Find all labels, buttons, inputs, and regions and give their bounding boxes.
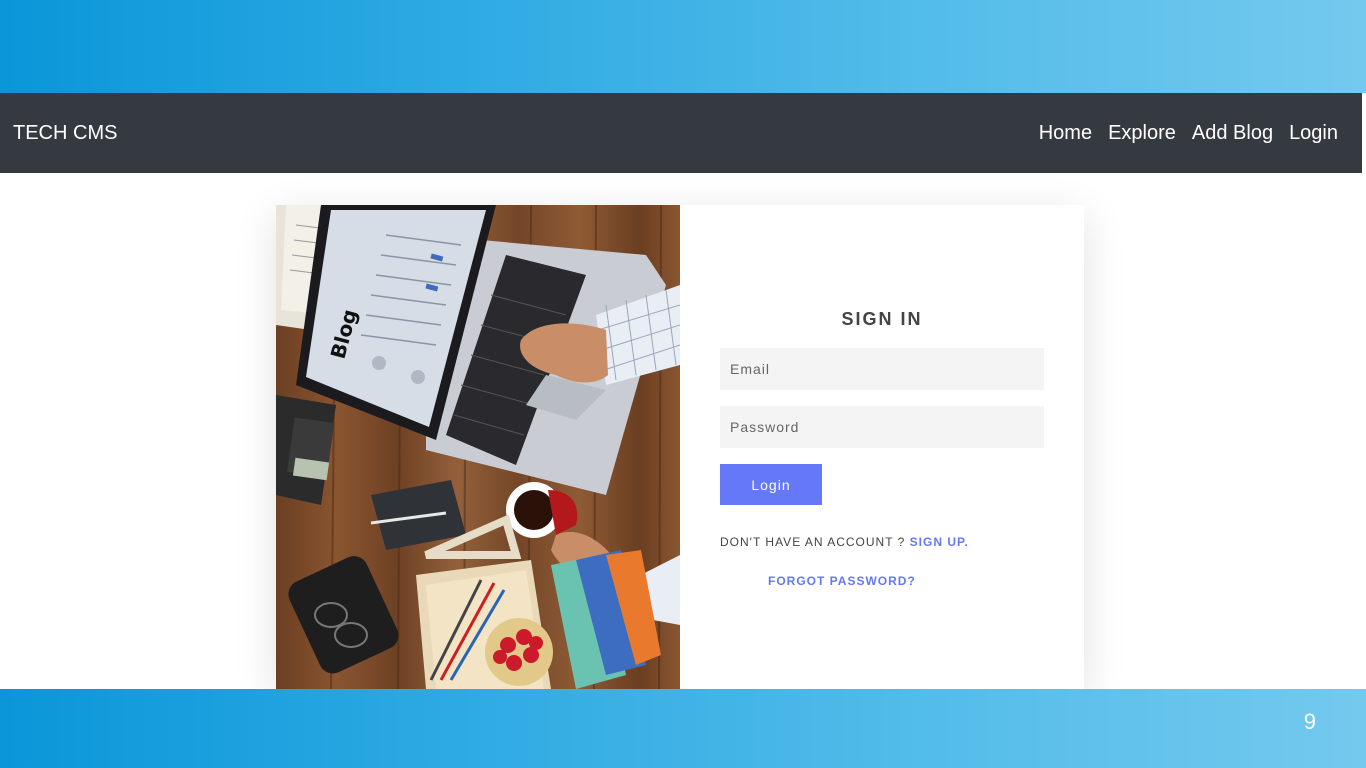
signup-prompt: DON'T HAVE AN ACCOUNT ? SIGN UP. [720,535,969,549]
slide-number: 9 [1303,709,1316,734]
right-edge [1362,93,1366,689]
email-field[interactable] [720,348,1044,390]
signup-prompt-text: DON'T HAVE AN ACCOUNT ? [720,535,906,549]
nav-add-blog[interactable]: Add Blog [1192,122,1273,145]
desk-illustration: Blog [276,205,680,689]
password-field[interactable] [720,406,1044,448]
login-button[interactable]: Login [720,464,822,505]
top-banner [0,0,1366,93]
navbar: TECH CMS Home Explore Add Blog Login [0,93,1362,173]
nav-home[interactable]: Home [1039,122,1092,145]
signin-title: SIGN IN [841,309,923,329]
nav-login[interactable]: Login [1289,122,1338,145]
bottom-banner: 9 [0,689,1366,768]
login-card: Blog SIGN IN Email Login DON'T HAVE AN A… [276,205,1084,689]
page-content: Blog SIGN IN Email Login DON'T HAVE AN A… [0,173,1362,689]
nav-links: Home Explore Add Blog Login [1023,122,1338,145]
brand-logo[interactable]: TECH CMS [13,122,117,145]
hero-image: Blog [276,205,680,689]
nav-explore[interactable]: Explore [1108,122,1176,145]
forgot-password-link[interactable]: FORGOT PASSWORD? [768,574,916,588]
signin-form: SIGN IN Login DON'T HAVE AN ACCOUNT ? SI… [680,205,1084,689]
signup-link[interactable]: SIGN UP. [910,535,969,549]
